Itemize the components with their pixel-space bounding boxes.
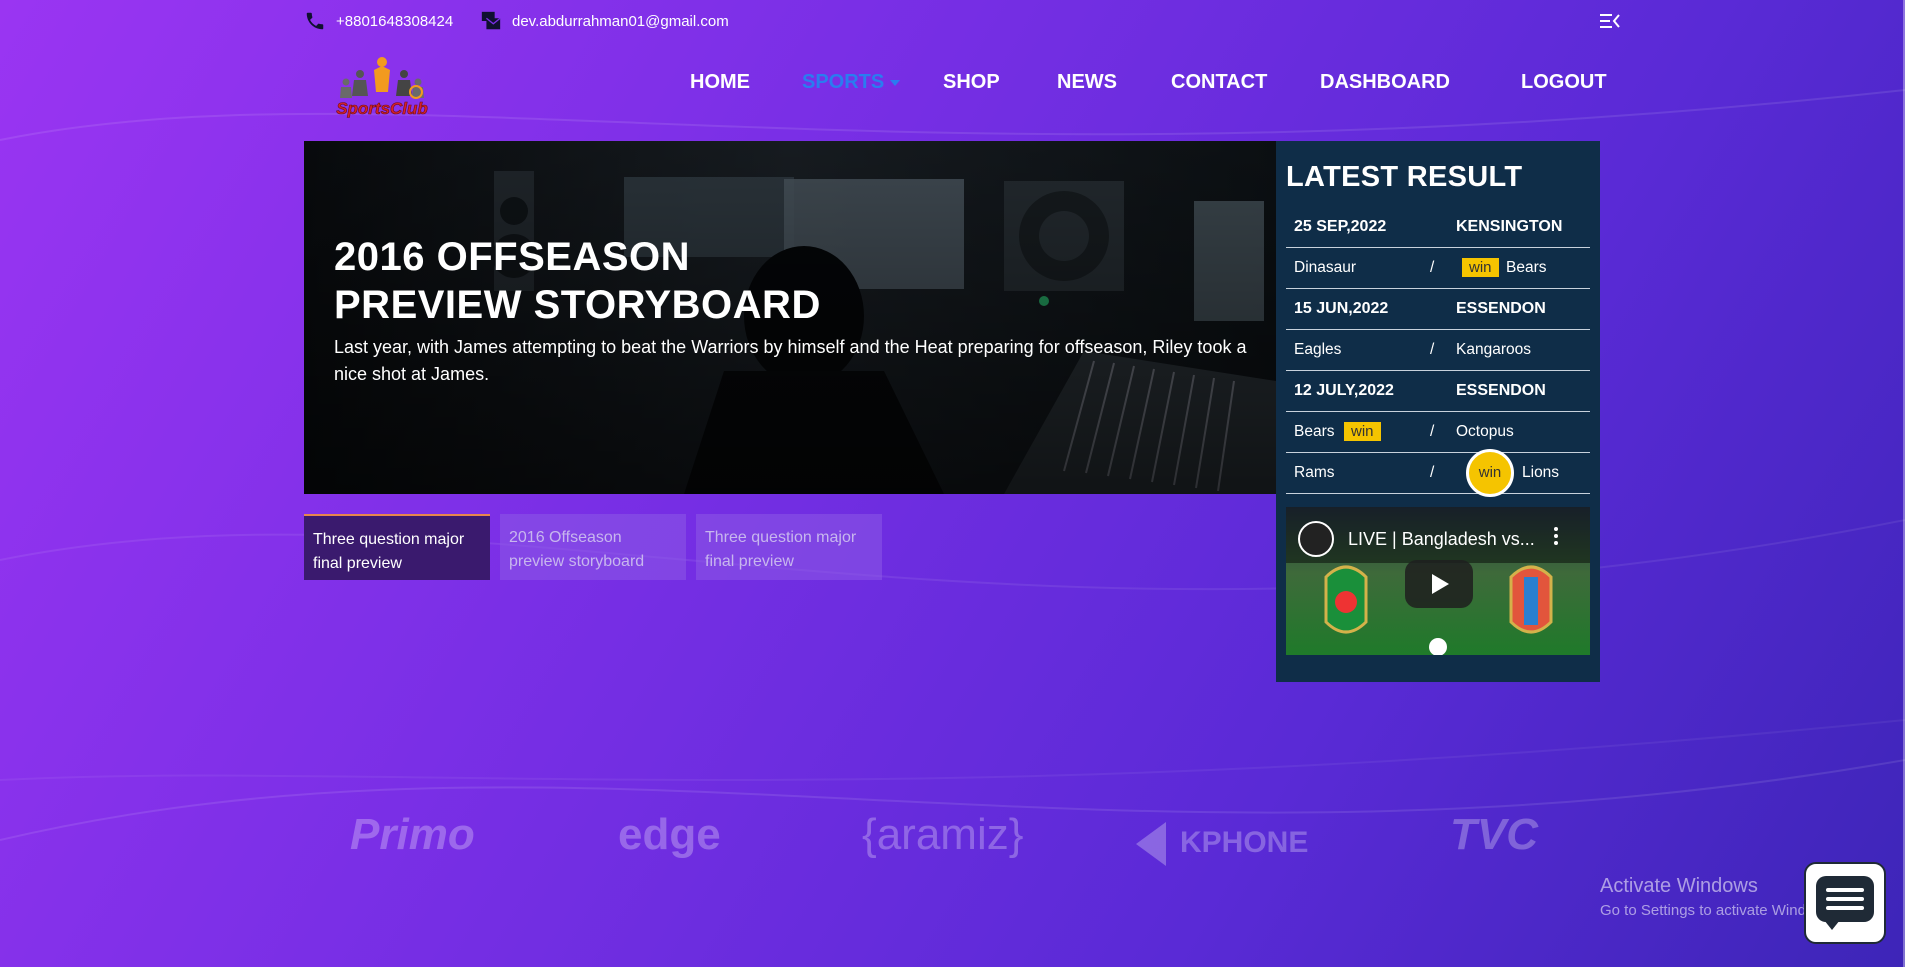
match-venue: ESSENDON [1456, 300, 1546, 317]
video-title[interactable]: LIVE | Bangladesh vs... [1348, 529, 1535, 550]
results-match-row: Dinasaur / win Bears [1286, 248, 1590, 289]
versus-separator: / [1430, 464, 1435, 481]
versus-separator: / [1430, 341, 1435, 358]
match-date: 12 JULY,2022 [1294, 382, 1394, 399]
win-badge-label: win [1344, 422, 1381, 441]
more-options-icon[interactable] [1554, 527, 1558, 545]
match-date: 15 JUN,2022 [1294, 300, 1389, 317]
versus-separator: / [1430, 259, 1435, 276]
partner-logo-aramiz: {aramiz} [862, 810, 1024, 859]
channel-avatar[interactable] [1298, 521, 1334, 557]
nav-dashboard[interactable]: DASHBOARD [1320, 71, 1450, 94]
results-match-row: Rams / win Lions [1286, 449, 1590, 497]
win-badge-label: win [1462, 258, 1499, 277]
team-away: Kangaroos [1456, 341, 1531, 358]
slide-tab-2[interactable]: 2016 Offseason preview storyboard [500, 514, 686, 580]
team-away: Octopus [1456, 423, 1514, 440]
slide-tab-1[interactable]: Three question major final preview [304, 514, 490, 580]
results-date-row: 25 SEP,2022 KENSINGTON [1286, 207, 1590, 248]
results-match-row: Eagles / Kangaroos [1286, 330, 1590, 371]
hero-slide[interactable]: 2016 OFFSEASON PREVIEW STORYBOARD Last y… [304, 141, 1276, 494]
results-date-row: 15 JUN,2022 ESSENDON [1286, 289, 1590, 330]
nav-sports-label: SPORTS [802, 71, 885, 93]
nav-contact[interactable]: CONTACT [1171, 71, 1267, 94]
nav-logout[interactable]: LOGOUT [1521, 71, 1607, 94]
chevron-down-icon [890, 79, 901, 86]
partner-logo-primo: Primo [350, 810, 475, 859]
play-button[interactable] [1405, 560, 1473, 608]
logo-text: SportsClub [336, 99, 428, 118]
results-match-row: Bears win / Octopus [1286, 412, 1590, 453]
results-table: 25 SEP,2022 KENSINGTON Dinasaur / win Be… [1286, 207, 1590, 497]
youtube-video-embed[interactable]: LIVE | Bangladesh vs... [1286, 507, 1590, 655]
match-venue: KENSINGTON [1456, 218, 1563, 235]
activation-title: Activate Windows [1600, 875, 1758, 897]
activation-subtitle: Go to Settings to activate Windows. [1600, 902, 1837, 919]
nav-sports[interactable]: SPORTS [802, 71, 901, 94]
team-away: Bears [1506, 259, 1547, 276]
nav-home[interactable]: HOME [690, 71, 750, 94]
kphone-text: KPHONE [1180, 825, 1309, 859]
slide-tab-3[interactable]: Three question major final preview [696, 514, 882, 580]
win-badge: win [1462, 258, 1499, 277]
team-away: Lions [1522, 464, 1560, 481]
kphone-mark-icon [1136, 822, 1166, 866]
latest-results-panel: LATEST RESULT 25 SEP,2022 KENSINGTON Din… [1276, 141, 1600, 682]
sportsclub-logo[interactable]: SportsClub [326, 52, 438, 122]
chat-icon [1816, 876, 1874, 922]
partner-logo-kphone: KPHONE [1136, 822, 1308, 866]
team-home: Dinasaur [1294, 259, 1357, 276]
match-venue: ESSENDON [1456, 382, 1546, 399]
email-address: dev.abdurrahman01@gmail.com [512, 12, 729, 30]
win-badge-highlighted: win [1466, 449, 1514, 497]
hero-description: Last year, with James attempting to beat… [334, 337, 1247, 384]
hero-title-line-1: 2016 OFFSEASON [334, 235, 691, 279]
team-home: Eagles [1294, 341, 1342, 358]
versus-separator: / [1430, 423, 1435, 440]
nav-news[interactable]: NEWS [1057, 71, 1117, 94]
menu-toggle-icon[interactable] [1600, 12, 1620, 30]
nav-shop[interactable]: SHOP [943, 71, 1000, 94]
phone-contact[interactable]: +8801648308424 [304, 10, 453, 32]
hero-title: 2016 OFFSEASON PREVIEW STORYBOARD [334, 233, 934, 329]
phone-icon [306, 12, 324, 30]
top-bar: +8801648308424 dev.abdurrahman01@gmail.c… [304, 10, 1620, 34]
phone-number: +8801648308424 [336, 12, 454, 30]
team-home: Rams [1294, 464, 1335, 481]
results-date-row: 12 JULY,2022 ESSENDON [1286, 371, 1590, 412]
partner-logo-tvc: TVC [1450, 810, 1538, 859]
team-home: Bears [1294, 423, 1335, 440]
email-icon [481, 11, 501, 30]
win-badge: win [1344, 422, 1381, 441]
chat-bubble-tail [1824, 920, 1840, 930]
chat-widget-button[interactable] [1804, 862, 1886, 944]
partner-logo-edge: edge [618, 810, 721, 859]
hero-title-line-2: PREVIEW STORYBOARD [334, 283, 821, 327]
match-date: 25 SEP,2022 [1294, 218, 1387, 235]
results-title: LATEST RESULT [1286, 161, 1523, 193]
windows-activation-notice: Activate Windows Go to Settings to activ… [1600, 875, 1837, 919]
email-contact[interactable]: dev.abdurrahman01@gmail.com [480, 10, 729, 32]
